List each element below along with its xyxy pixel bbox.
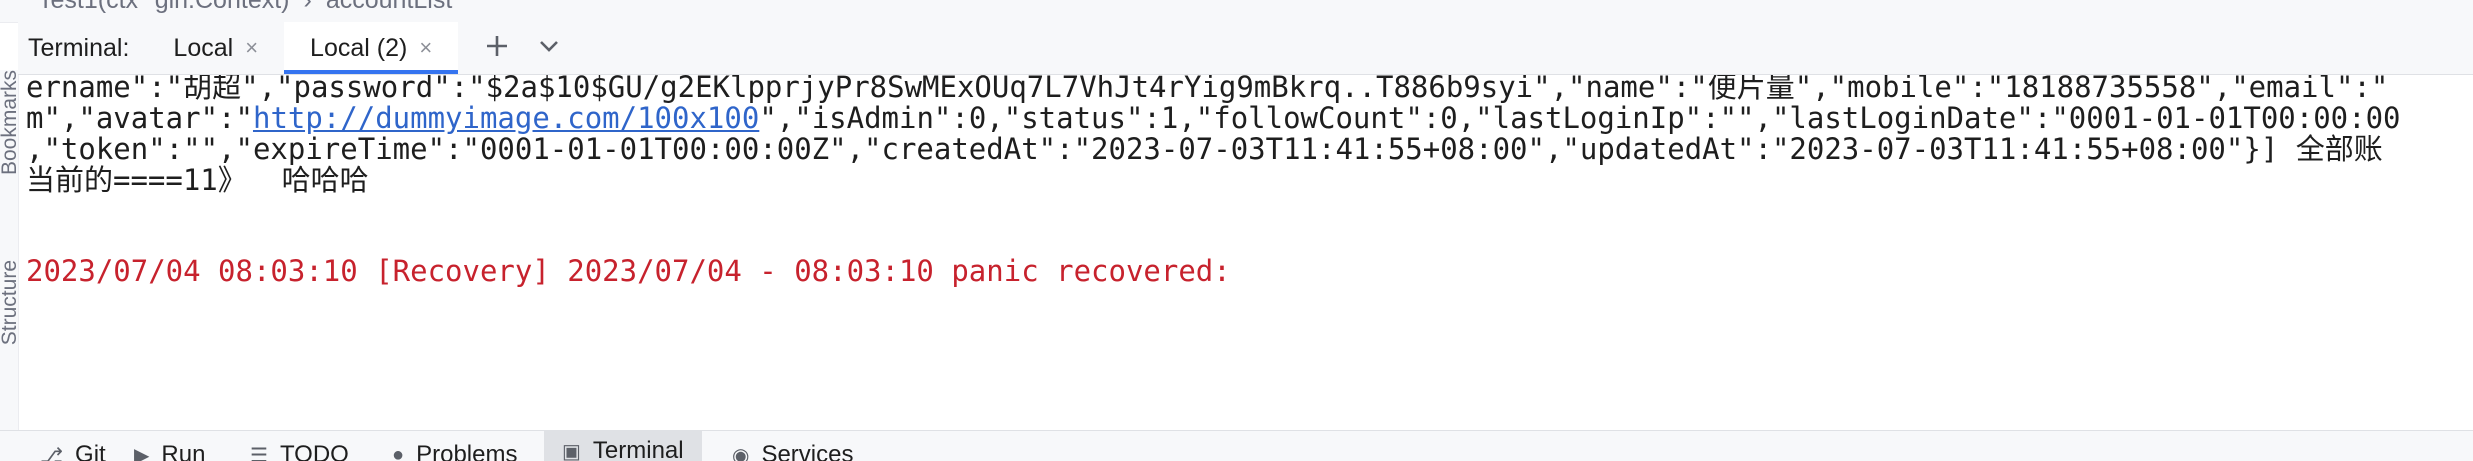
terminal-console[interactable]: ername":"胡超","password":"$2a$10$GU/g2EKl…: [18, 75, 2473, 430]
tool-label: Git: [75, 441, 106, 461]
structure-tool-button[interactable]: Structure: [0, 260, 19, 345]
tool-label: Services: [761, 441, 853, 461]
tab-label: Local: [173, 34, 233, 63]
chevron-down-icon[interactable]: [536, 31, 562, 65]
tab-label: Local (2): [310, 34, 407, 63]
console-error-line: 2023/07/04 08:03:10 [Recovery] 2023/07/0…: [26, 251, 1231, 291]
play-icon: ▶: [134, 443, 149, 461]
bottom-tool-bar: ⎇ Git ▶ Run ☰ TODO ● Problems ▣ Terminal…: [0, 430, 2473, 461]
run-tool-button[interactable]: ▶ Run: [134, 441, 205, 461]
terminal-icon: ▣: [562, 439, 581, 461]
breadcrumb-item-function[interactable]: Test1(ctx *gin.Context): [38, 0, 290, 15]
terminal-title: Terminal:: [28, 34, 129, 63]
breadcrumb: Test1(ctx *gin.Context) › accountList: [0, 0, 2473, 23]
tool-label: Problems: [416, 441, 517, 461]
tool-label: Run: [161, 441, 205, 461]
list-icon: ☰: [250, 443, 268, 461]
git-branch-icon: ⎇: [40, 443, 63, 461]
terminal-tool-button[interactable]: ▣ Terminal: [544, 431, 702, 461]
info-icon: ●: [392, 444, 404, 461]
services-tool-button[interactable]: ◉ Services: [732, 441, 853, 461]
tab-local-2[interactable]: Local (2) ×: [284, 22, 458, 74]
services-icon: ◉: [732, 443, 749, 461]
close-icon[interactable]: ×: [419, 35, 432, 61]
tool-label: TODO: [280, 441, 349, 461]
plus-icon[interactable]: [484, 31, 510, 65]
tab-local[interactable]: Local ×: [147, 22, 284, 74]
console-line: ,"token":"","expireTime":"0001-01-01T00:…: [26, 129, 2383, 169]
terminal-tab-bar: Terminal: Local × Local (2) ×: [18, 22, 2473, 75]
breadcrumb-separator: ›: [304, 0, 312, 15]
tool-label: Terminal: [593, 437, 684, 461]
breadcrumb-item-variable[interactable]: accountList: [326, 0, 452, 15]
todo-tool-button[interactable]: ☰ TODO: [250, 441, 349, 461]
left-tool-stripe: Bookmarks Structure: [0, 70, 19, 430]
git-tool-button[interactable]: ⎇ Git: [40, 441, 106, 461]
bookmarks-tool-button[interactable]: Bookmarks: [0, 70, 19, 175]
problems-tool-button[interactable]: ● Problems: [392, 441, 517, 461]
console-line: 当前的====11》 哈哈哈: [26, 160, 369, 200]
close-icon[interactable]: ×: [245, 35, 258, 61]
